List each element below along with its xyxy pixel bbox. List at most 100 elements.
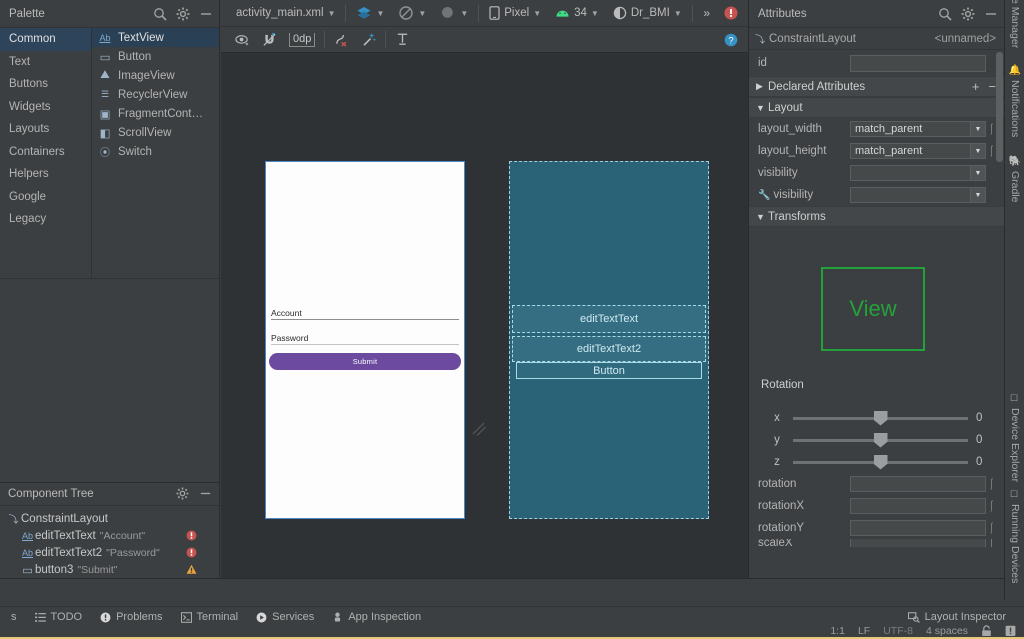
palette-item-button[interactable]: ▭ Button bbox=[92, 47, 219, 66]
rotation-x-slider[interactable] bbox=[793, 417, 968, 420]
add-attribute-button[interactable]: + bbox=[972, 79, 980, 94]
vtab-gradle[interactable]: 🐘 Gradle bbox=[1005, 155, 1024, 203]
constraint-pin-icon[interactable]: ⎰ bbox=[986, 143, 996, 159]
layout-width-combo[interactable]: match_parent ▼ bbox=[850, 121, 986, 137]
gear-icon[interactable] bbox=[961, 7, 975, 21]
canvas-resize-handle[interactable] bbox=[471, 421, 487, 437]
transform-view-box[interactable]: View bbox=[821, 267, 925, 351]
view-options-icon[interactable] bbox=[229, 30, 256, 50]
rotationx-input[interactable] bbox=[850, 498, 986, 514]
blueprint-button[interactable]: Button bbox=[516, 362, 702, 379]
constraint-pin-icon[interactable]: ⎰ bbox=[986, 539, 996, 547]
warning-icon[interactable] bbox=[186, 564, 197, 575]
minimize-icon[interactable] bbox=[199, 487, 213, 501]
palette-category-buttons[interactable]: Buttons bbox=[0, 73, 91, 96]
id-input[interactable] bbox=[850, 55, 986, 72]
palette-item-scrollview[interactable]: ◧ ScrollView bbox=[92, 123, 219, 142]
align-vertical-icon[interactable] bbox=[389, 30, 416, 50]
editor-error-badge[interactable] bbox=[717, 2, 748, 24]
palette-item-textview[interactable]: Ab TextView bbox=[92, 28, 219, 47]
view-mode-blueprint-button[interactable]: ▼ bbox=[391, 2, 433, 24]
password-field-preview[interactable]: Password bbox=[271, 333, 459, 345]
help-icon[interactable]: ? bbox=[718, 30, 748, 50]
device-selector[interactable]: Pixel ▼ bbox=[482, 2, 548, 24]
slider-thumb[interactable] bbox=[874, 433, 888, 448]
attributes-scrollbar[interactable] bbox=[996, 52, 1003, 162]
design-mode-button[interactable]: ▼ bbox=[433, 2, 475, 24]
caret-position[interactable]: 1:1 bbox=[830, 625, 845, 637]
blueprint-edittexttext[interactable]: editTextText bbox=[512, 305, 706, 333]
constraint-pin-icon[interactable]: ⎰ bbox=[986, 498, 996, 514]
error-icon[interactable] bbox=[186, 530, 197, 541]
tree-node-constraintlayout[interactable]: ⤵ ConstraintLayout bbox=[0, 510, 219, 527]
visibility-combo[interactable]: ▼ bbox=[850, 165, 986, 181]
submit-button-preview[interactable]: Submit bbox=[269, 353, 461, 370]
design-preview-device[interactable]: Account Password Submit bbox=[265, 161, 465, 519]
theme-selector[interactable]: Dr_BMI ▼ bbox=[606, 2, 689, 24]
blueprint-edittexttext2[interactable]: editTextText2 bbox=[512, 336, 706, 362]
slider-thumb[interactable] bbox=[874, 455, 888, 470]
declared-attributes-section[interactable]: ▶ Declared Attributes + − bbox=[749, 76, 1004, 97]
scalex-input[interactable] bbox=[850, 539, 986, 547]
rotation-y-slider[interactable] bbox=[793, 439, 968, 442]
palette-category-text[interactable]: Text bbox=[0, 51, 91, 74]
error-icon[interactable] bbox=[186, 547, 197, 558]
indent-setting[interactable]: 4 spaces bbox=[926, 625, 968, 637]
search-icon[interactable] bbox=[938, 7, 952, 21]
toolbar-overflow-button[interactable]: » bbox=[696, 2, 717, 24]
constraint-pin-icon[interactable]: ⎰ bbox=[986, 476, 996, 492]
vtab-device-manager[interactable]: e Manager bbox=[1005, 0, 1024, 48]
minimize-icon[interactable] bbox=[199, 7, 213, 21]
magnet-off-icon[interactable] bbox=[256, 30, 283, 50]
layout-height-combo[interactable]: match_parent ▼ bbox=[850, 143, 986, 159]
blueprint-preview-device[interactable]: editTextText editTextText2 Button bbox=[509, 161, 709, 519]
slider-thumb[interactable] bbox=[874, 411, 888, 426]
search-icon[interactable] bbox=[153, 7, 167, 21]
api-level-selector[interactable]: 34 ▼ bbox=[548, 2, 606, 24]
rotationy-input[interactable] bbox=[850, 520, 986, 536]
palette-category-google[interactable]: Google bbox=[0, 186, 91, 209]
palette-category-widgets[interactable]: Widgets bbox=[0, 96, 91, 119]
tree-node-edittexttext[interactable]: Ab editTextText "Account" bbox=[0, 527, 219, 544]
account-field-preview[interactable]: Account bbox=[271, 308, 459, 320]
chevron-down-icon[interactable]: ▼ bbox=[970, 122, 985, 136]
infer-constraints-icon[interactable] bbox=[355, 30, 382, 50]
minimize-icon[interactable] bbox=[984, 7, 998, 21]
tree-node-button3[interactable]: ▭ button3 "Submit" bbox=[0, 561, 219, 578]
palette-category-layouts[interactable]: Layouts bbox=[0, 118, 91, 141]
vtab-running-devices[interactable]: ☐ Running Devices bbox=[1005, 490, 1024, 583]
layout-section-header[interactable]: ▼ Layout bbox=[749, 97, 1004, 118]
gear-icon[interactable] bbox=[176, 487, 190, 501]
palette-item-switch[interactable]: ⦿ Switch bbox=[92, 142, 219, 161]
transform-visualization[interactable]: View Rotation bbox=[749, 227, 1004, 407]
palette-item-fragmentcontainer[interactable]: ▣ FragmentCont… bbox=[92, 104, 219, 123]
palette-category-common[interactable]: Common bbox=[0, 28, 91, 51]
palette-category-helpers[interactable]: Helpers bbox=[0, 163, 91, 186]
palette-item-recyclerview[interactable]: ☰ RecyclerView bbox=[92, 85, 219, 104]
constraint-pin-icon[interactable]: ⎰ bbox=[986, 121, 996, 137]
file-encoding[interactable]: UTF-8 bbox=[883, 625, 913, 637]
tree-node-edittexttext2[interactable]: Ab editTextText2 "Password" bbox=[0, 544, 219, 561]
constraint-pin-icon[interactable]: ⎰ bbox=[986, 520, 996, 536]
design-canvas[interactable]: Account Password Submit editTextText edi… bbox=[221, 53, 748, 578]
rotation-input[interactable] bbox=[850, 476, 986, 492]
palette-category-legacy[interactable]: Legacy bbox=[0, 208, 91, 231]
tools-visibility-combo[interactable]: ▼ bbox=[850, 187, 986, 203]
notification-icon[interactable] bbox=[1005, 625, 1016, 637]
chevron-down-icon[interactable]: ▼ bbox=[970, 166, 985, 180]
vtab-notifications[interactable]: 🔔 Notifications bbox=[1005, 64, 1024, 137]
chevron-down-icon[interactable]: ▼ bbox=[970, 188, 985, 202]
default-margin-button[interactable]: 0dp bbox=[283, 30, 321, 50]
palette-category-containers[interactable]: Containers bbox=[0, 141, 91, 164]
view-mode-design-button[interactable]: ▼ bbox=[349, 2, 391, 24]
vtab-device-explorer[interactable]: ☐ Device Explorer bbox=[1005, 394, 1024, 482]
clear-constraints-icon[interactable] bbox=[328, 30, 355, 50]
file-selector[interactable]: activity_main.xml ▼ bbox=[229, 2, 342, 24]
line-separator[interactable]: LF bbox=[858, 625, 870, 637]
gear-icon[interactable] bbox=[176, 7, 190, 21]
remove-attribute-button[interactable]: − bbox=[988, 79, 996, 94]
transforms-section-header[interactable]: ▼ Transforms bbox=[749, 206, 1004, 227]
lock-icon[interactable] bbox=[981, 625, 992, 637]
rotation-z-slider[interactable] bbox=[793, 461, 968, 464]
chevron-down-icon[interactable]: ▼ bbox=[970, 144, 985, 158]
